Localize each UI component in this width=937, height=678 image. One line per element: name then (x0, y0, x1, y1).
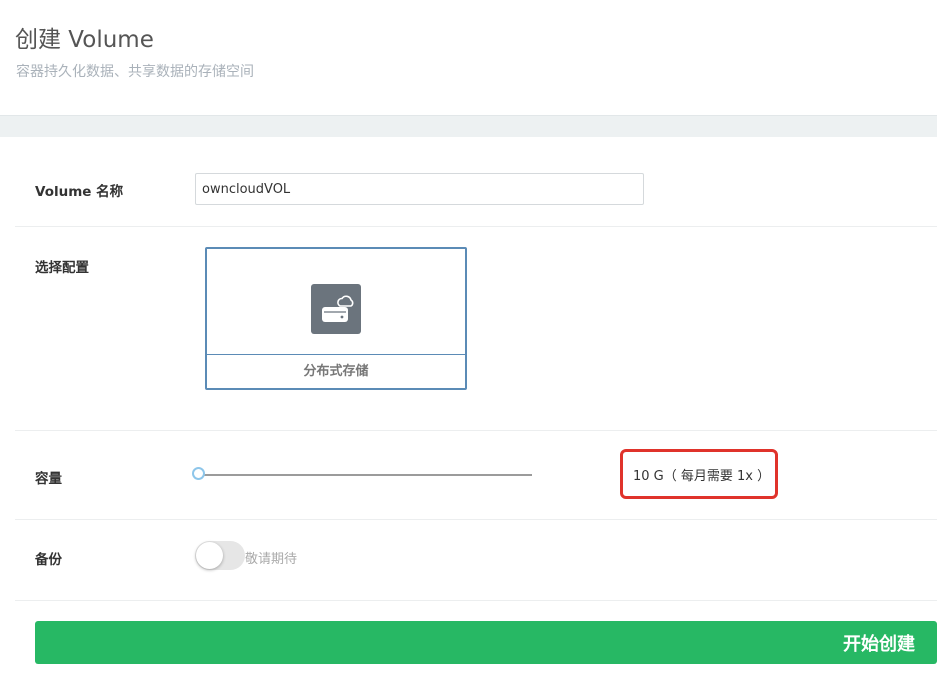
capacity-value-text: 10 G（ 每月需要 1x ） (633, 468, 771, 484)
config-option-label: 分布式存储 (303, 364, 369, 379)
backup-toggle-knob (196, 542, 223, 569)
page-title: 创建 Volume (15, 27, 154, 53)
header-divider-band (0, 115, 937, 137)
capacity-slider[interactable] (192, 465, 532, 485)
capacity-value-readout: 10 G（ 每月需要 1x ） (620, 449, 778, 499)
config-label: 选择配置 (35, 260, 89, 276)
config-option-distributed-storage[interactable]: 分布式存储 (205, 247, 467, 390)
volume-name-label: Volume 名称 (35, 184, 124, 200)
capacity-slider-handle[interactable] (192, 467, 205, 480)
row-divider (15, 226, 937, 227)
row-divider (15, 430, 937, 431)
page-subtitle: 容器持久化数据、共享数据的存储空间 (16, 64, 254, 80)
volume-name-input[interactable] (195, 173, 644, 205)
cloud-drive-icon (311, 284, 361, 334)
create-button[interactable]: 开始创建 (35, 621, 937, 664)
config-option-icon-area (207, 249, 465, 355)
row-divider (15, 600, 937, 601)
capacity-slider-track (198, 474, 532, 476)
backup-toggle[interactable] (195, 541, 245, 570)
capacity-label: 容量 (35, 471, 62, 487)
row-divider (15, 519, 937, 520)
backup-label: 备份 (35, 552, 62, 568)
backup-coming-soon-text: 敬请期待 (245, 552, 298, 567)
